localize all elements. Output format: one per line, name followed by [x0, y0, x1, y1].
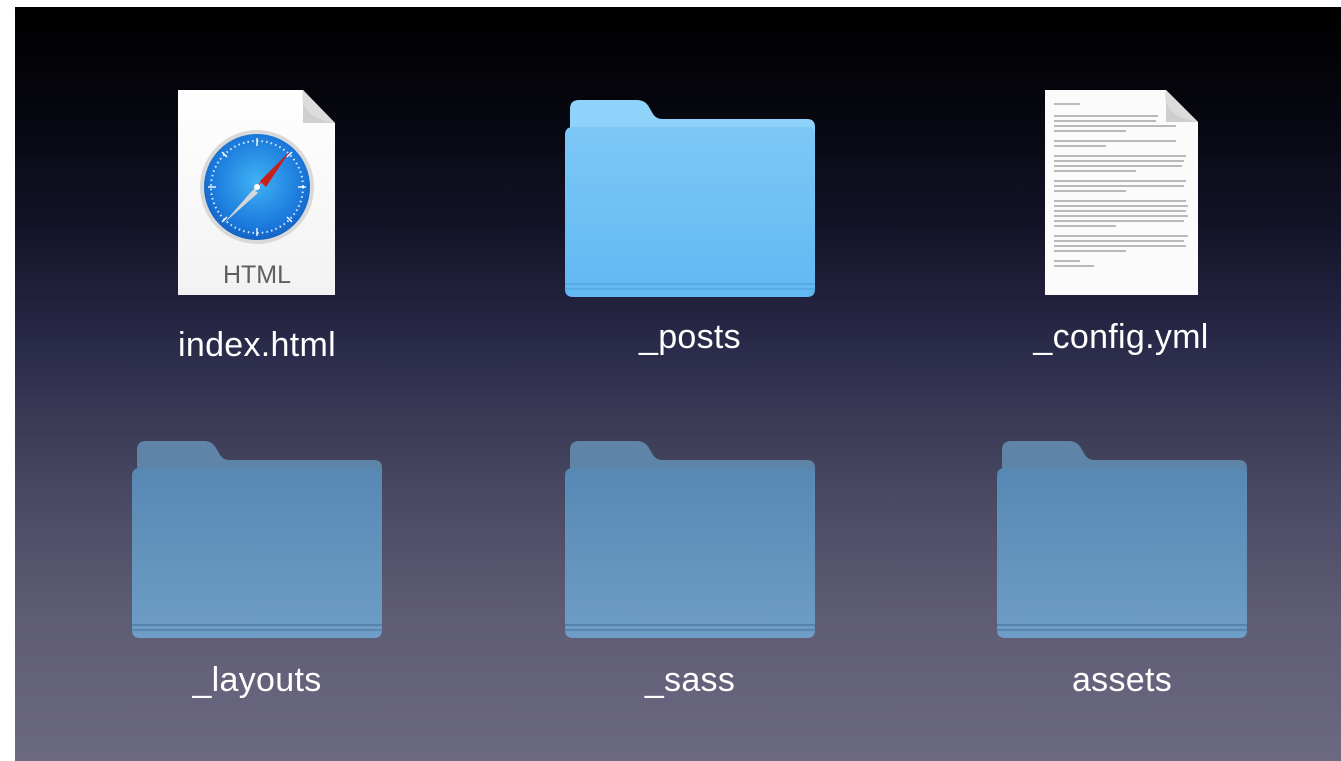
folder-item-posts[interactable]: _posts	[545, 87, 835, 387]
svg-text:HTML: HTML	[223, 261, 291, 289]
folder-item-layouts[interactable]: _layouts	[112, 427, 402, 727]
folder-label: _posts	[639, 318, 741, 356]
file-item-config-yml[interactable]: _config.yml	[976, 87, 1266, 387]
text-file-icon	[1045, 90, 1198, 295]
folder-item-assets[interactable]: assets	[977, 427, 1267, 727]
folder-item-sass[interactable]: _sass	[545, 427, 835, 727]
file-label: _config.yml	[1033, 318, 1209, 356]
folder-label: _sass	[644, 661, 736, 699]
folder-label: _layouts	[192, 661, 322, 699]
folder-icon	[565, 100, 815, 297]
folder-label: assets	[1071, 661, 1173, 699]
file-item-index-html[interactable]: HTML index.html	[112, 87, 402, 387]
folder-icon	[997, 441, 1247, 638]
file-label: index.html	[178, 326, 336, 364]
folder-icon	[565, 441, 815, 638]
finder-desktop: HTML index.html _posts _config.yml _layo…	[15, 7, 1341, 761]
folder-icon	[132, 441, 382, 638]
html-file-icon: HTML	[178, 90, 335, 295]
